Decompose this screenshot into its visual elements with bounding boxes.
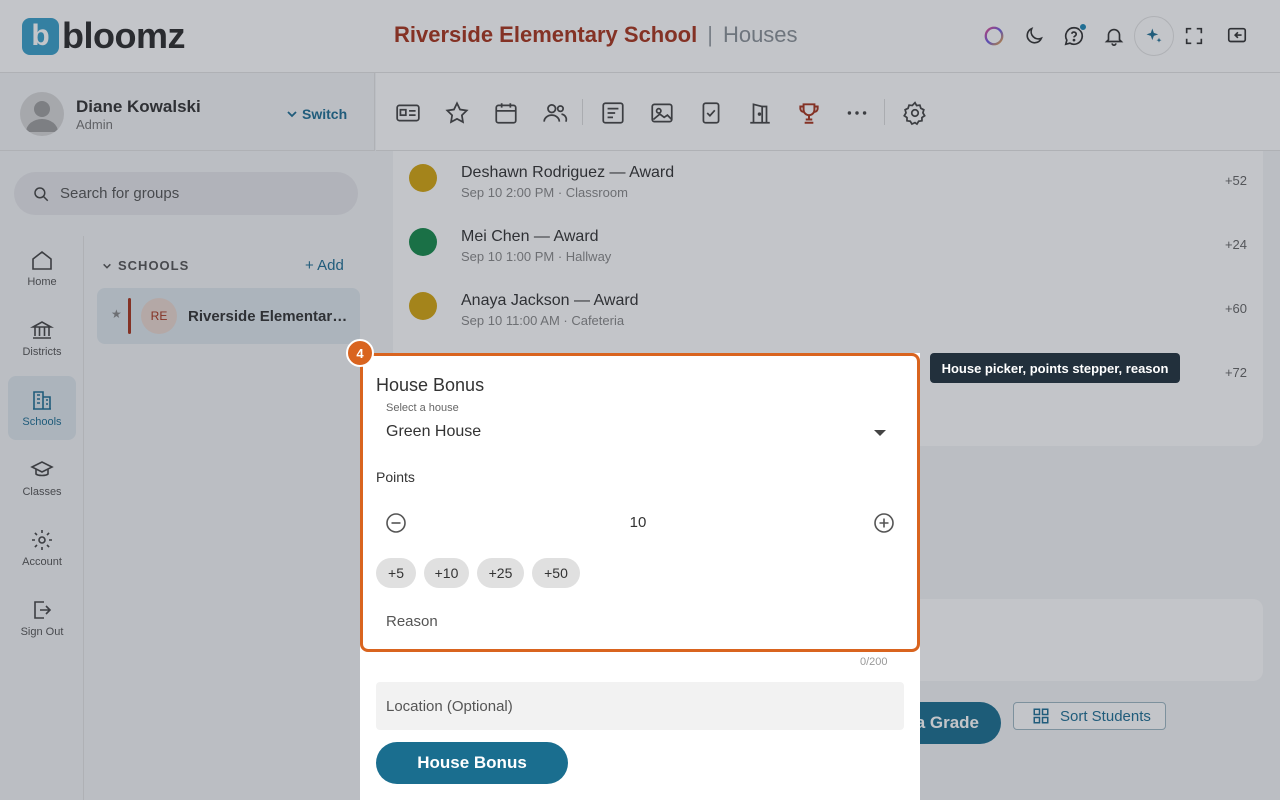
reason-char-counter: 0/200 [860, 656, 888, 668]
walkthrough-tooltip: House picker, points stepper, reason [930, 353, 1180, 383]
house-bonus-submit-button[interactable]: House Bonus [376, 742, 568, 784]
location-input[interactable]: Location (Optional) [376, 682, 904, 730]
walkthrough-step-badge: 4 [346, 339, 374, 367]
location-placeholder: Location (Optional) [386, 697, 513, 715]
walkthrough-highlight [360, 353, 920, 652]
submit-label: House Bonus [417, 753, 527, 772]
